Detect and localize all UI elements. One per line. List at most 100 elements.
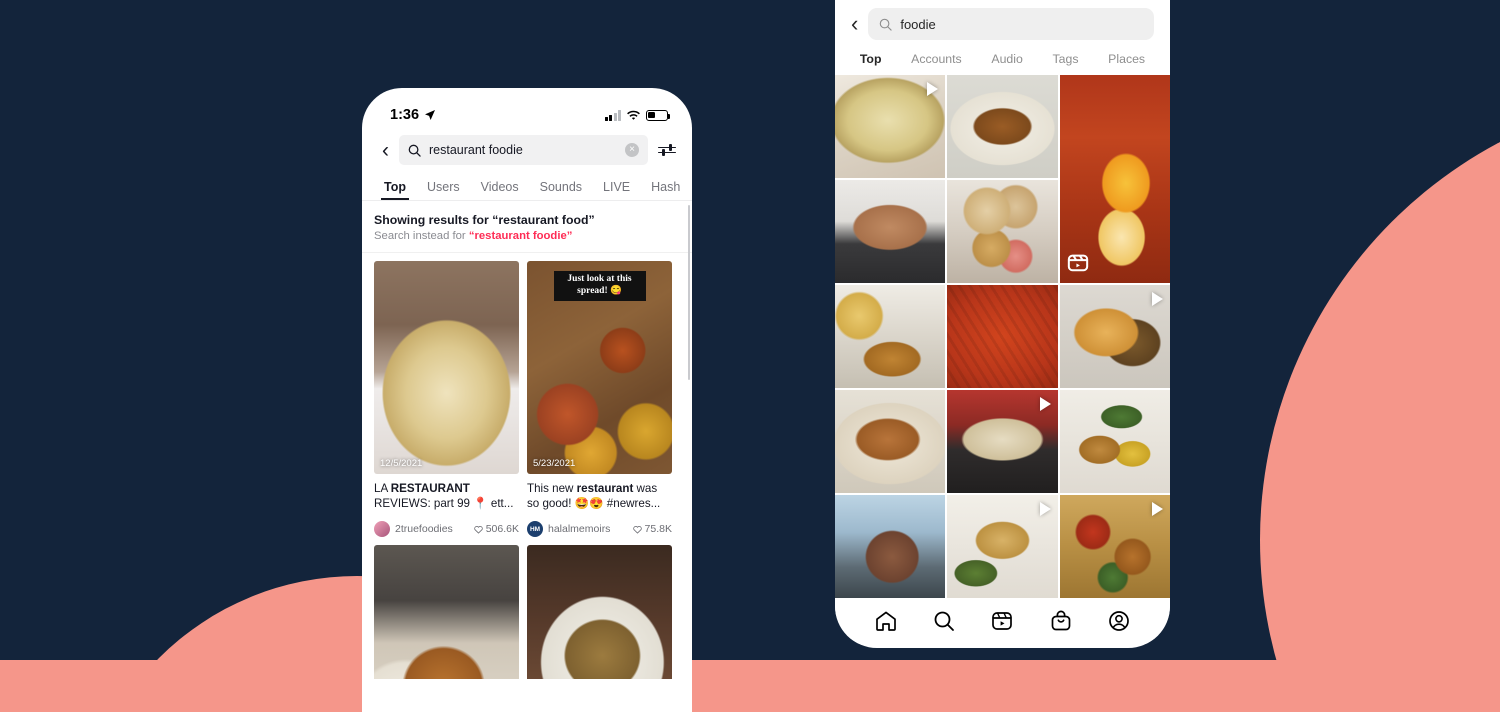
tab-audio[interactable]: Audio (991, 52, 1022, 66)
heart-icon (633, 525, 642, 534)
like-count-value: 506.6K (485, 523, 519, 535)
brunch-board-post[interactable] (947, 180, 1058, 283)
reels-icon[interactable] (990, 609, 1014, 633)
video-play-icon (1039, 397, 1051, 411)
avatar[interactable] (374, 521, 390, 537)
search-instead-link[interactable]: “restaurant foodie” (469, 230, 573, 242)
coral-circle-right-decoration (1260, 90, 1500, 712)
rice-bowl-post[interactable] (1059, 495, 1170, 598)
search-icon[interactable] (932, 609, 956, 633)
sandwich-hands-post[interactable] (947, 390, 1058, 493)
home-icon[interactable] (874, 609, 898, 633)
video-username[interactable]: 2truefoodies (395, 523, 469, 535)
search-query-text: foodie (900, 16, 936, 32)
video-result-card[interactable]: Just look at this spread! 😋 5/23/2021 Th… (527, 261, 672, 537)
tab-sounds[interactable]: Sounds (540, 180, 582, 200)
status-time: 1:36 (390, 107, 420, 123)
crispy-chicken-salad-post[interactable] (1059, 390, 1170, 493)
video-date: 12/5/2021 (380, 458, 423, 469)
fried-chicken-fries-post[interactable] (835, 285, 946, 388)
clear-search-icon[interactable]: × (625, 143, 639, 157)
instagram-bottom-nav (835, 598, 1170, 644)
search-icon (880, 18, 892, 31)
tab-videos[interactable]: Videos (481, 180, 519, 200)
tab-top[interactable]: Top (860, 52, 882, 66)
video-result-card[interactable]: PHO 101‼ (527, 545, 672, 679)
battery-icon (646, 109, 671, 121)
heart-icon (474, 525, 483, 534)
location-arrow-icon (425, 110, 436, 120)
creamy-chicken-pasta-post[interactable] (835, 390, 946, 493)
tab-top[interactable]: Top (381, 180, 409, 200)
tiktok-phone-mockup: 1:36 ‹ restaurant foodie × Top Users Vid… (362, 88, 692, 712)
video-play-icon (1039, 502, 1051, 516)
food-spread-video-thumbnail[interactable]: Just look at this spread! 😋 5/23/2021 (527, 261, 672, 474)
search-input[interactable]: restaurant foodie × (399, 135, 648, 165)
showing-results-text: Showing results for “restaurant food” (374, 213, 595, 227)
like-count: 75.8K (633, 523, 672, 535)
search-instead-prefix: Search instead for (374, 230, 469, 242)
back-button[interactable]: ‹ (851, 13, 858, 35)
video-username[interactable]: halalmemoirs (548, 523, 628, 535)
like-count-value: 75.8K (644, 523, 672, 535)
tiktok-tab-bar: Top Users Videos Sounds LIVE Hash (362, 175, 692, 201)
video-play-icon (1152, 502, 1163, 516)
tab-places[interactable]: Places (1108, 52, 1145, 66)
profile-icon[interactable] (1107, 609, 1131, 633)
car-selfie-post[interactable] (835, 495, 946, 598)
video-meta-row: 2truefoodies 506.6K (374, 521, 519, 537)
instagram-search-row: ‹ foodie (835, 0, 1170, 48)
video-result-card[interactable] (374, 545, 519, 679)
pho-bowl-video-thumbnail[interactable]: PHO 101‼ (527, 545, 672, 679)
tiktok-search-row: ‹ restaurant foodie × (362, 129, 692, 175)
back-button[interactable]: ‹ (382, 140, 389, 161)
noodle-pull-video-thumbnail[interactable]: 12/5/2021 (374, 261, 519, 474)
avatar[interactable]: HM (527, 521, 543, 537)
like-count: 506.6K (474, 523, 519, 535)
tab-hashtags[interactable]: Hash (651, 180, 680, 200)
coral-bottom-band-decoration (0, 660, 1500, 712)
shop-icon[interactable] (1049, 609, 1073, 633)
filter-sliders-icon[interactable] (658, 140, 678, 160)
egg-roll-post[interactable] (947, 495, 1058, 598)
knuckle-tattoo-post[interactable] (835, 180, 946, 283)
instagram-explore-grid (835, 75, 1170, 598)
tab-users[interactable]: Users (427, 180, 460, 200)
instagram-tab-bar: Top Accounts Audio Tags Places (835, 48, 1170, 75)
video-meta-row: HM halalmemoirs 75.8K (527, 521, 672, 537)
fried-chicken-sandwich-post[interactable] (1059, 285, 1170, 388)
instagram-phone-mockup: ‹ foodie Top Accounts Audio Tags Places (835, 0, 1170, 648)
tiktok-status-bar: 1:36 (362, 88, 692, 129)
tab-live[interactable]: LIVE (603, 180, 630, 200)
tab-tags[interactable]: Tags (1053, 52, 1079, 66)
video-play-icon (927, 82, 939, 96)
video-caption: This new restaurant was so good! 🤩😍 #new… (527, 481, 672, 513)
caption-prefix: This new (527, 482, 577, 495)
caption-highlight: RESTAURANT (390, 482, 470, 495)
tiktok-results-body: Showing results for “restaurant food” Se… (362, 201, 692, 679)
search-instead-row: Search instead for “restaurant foodie” (374, 230, 680, 242)
cellular-signal-icon (604, 109, 621, 121)
video-date: 5/23/2021 (533, 458, 576, 469)
tiktok-results-grid: 12/5/2021 LA RESTAURANT REVIEWS: part 99… (362, 253, 692, 679)
video-play-icon (1152, 292, 1163, 306)
caption-suffix: REVIEWS: part 99 📍 ett... (374, 497, 514, 511)
video-result-card[interactable]: 12/5/2021 LA RESTAURANT REVIEWS: part 99… (374, 261, 519, 537)
vertical-scrollbar[interactable] (687, 205, 690, 380)
video-caption: LA RESTAURANT REVIEWS: part 99 📍 ett... (374, 481, 519, 513)
poster-canvas: 1:36 ‹ restaurant foodie × Top Users Vid… (0, 0, 1500, 712)
creamy-pasta-post[interactable] (835, 75, 946, 178)
tab-accounts[interactable]: Accounts (911, 52, 962, 66)
search-icon (408, 144, 421, 157)
reels-icon (1067, 254, 1088, 272)
shakshuka-post[interactable] (1059, 75, 1170, 283)
detroit-pizza-post[interactable] (947, 285, 1058, 388)
wifi-icon (627, 110, 640, 120)
video-overlay-text: Just look at this spread! 😋 (553, 271, 646, 301)
katsu-rice-video-thumbnail[interactable] (374, 545, 519, 679)
caption-highlight: restaurant (576, 482, 634, 495)
chicken-flatbread-post[interactable] (947, 75, 1058, 178)
search-input[interactable]: foodie (868, 8, 1154, 40)
spelling-correction-block: Showing results for “restaurant food” Se… (362, 201, 692, 253)
caption-prefix: LA (374, 482, 391, 495)
